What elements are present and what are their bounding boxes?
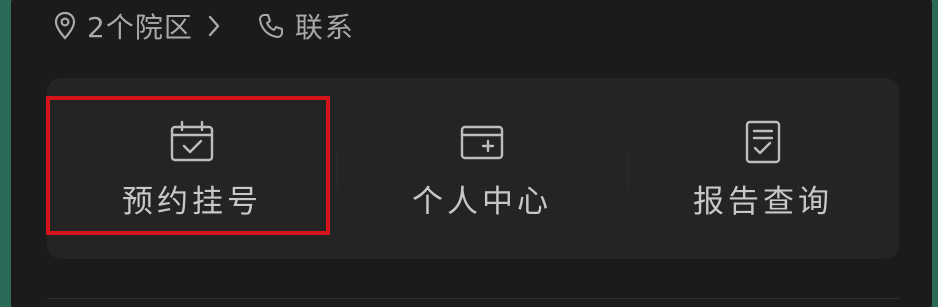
report-document-icon xyxy=(743,120,783,164)
hospital-info-row: 2个院区 联系 xyxy=(53,5,355,47)
appointment-booking-button[interactable]: 预约挂号 xyxy=(47,78,337,259)
chevron-right-icon xyxy=(207,14,221,38)
report-query-label: 报告查询 xyxy=(693,184,833,220)
quick-actions-card: 预约挂号 个人中心 报告查询 xyxy=(47,78,899,259)
phone-icon xyxy=(257,12,285,40)
location-pin-icon xyxy=(53,11,77,41)
report-query-button[interactable]: 报告查询 xyxy=(627,78,899,259)
contact-link[interactable]: 联系 xyxy=(257,6,355,46)
section-divider xyxy=(47,298,899,299)
contact-label: 联系 xyxy=(294,11,355,44)
campus-count-label: 2个院区 xyxy=(87,11,193,44)
calendar-check-icon xyxy=(169,120,215,164)
appointment-booking-label: 预约挂号 xyxy=(122,184,262,220)
card-plus-icon xyxy=(459,120,505,164)
app-screen: 2个院区 联系 预约挂号 个人中心 报告查询 xyxy=(11,0,932,307)
campus-link[interactable]: 2个院区 xyxy=(53,6,221,46)
personal-center-button[interactable]: 个人中心 xyxy=(337,78,627,259)
personal-center-label: 个人中心 xyxy=(412,184,552,220)
